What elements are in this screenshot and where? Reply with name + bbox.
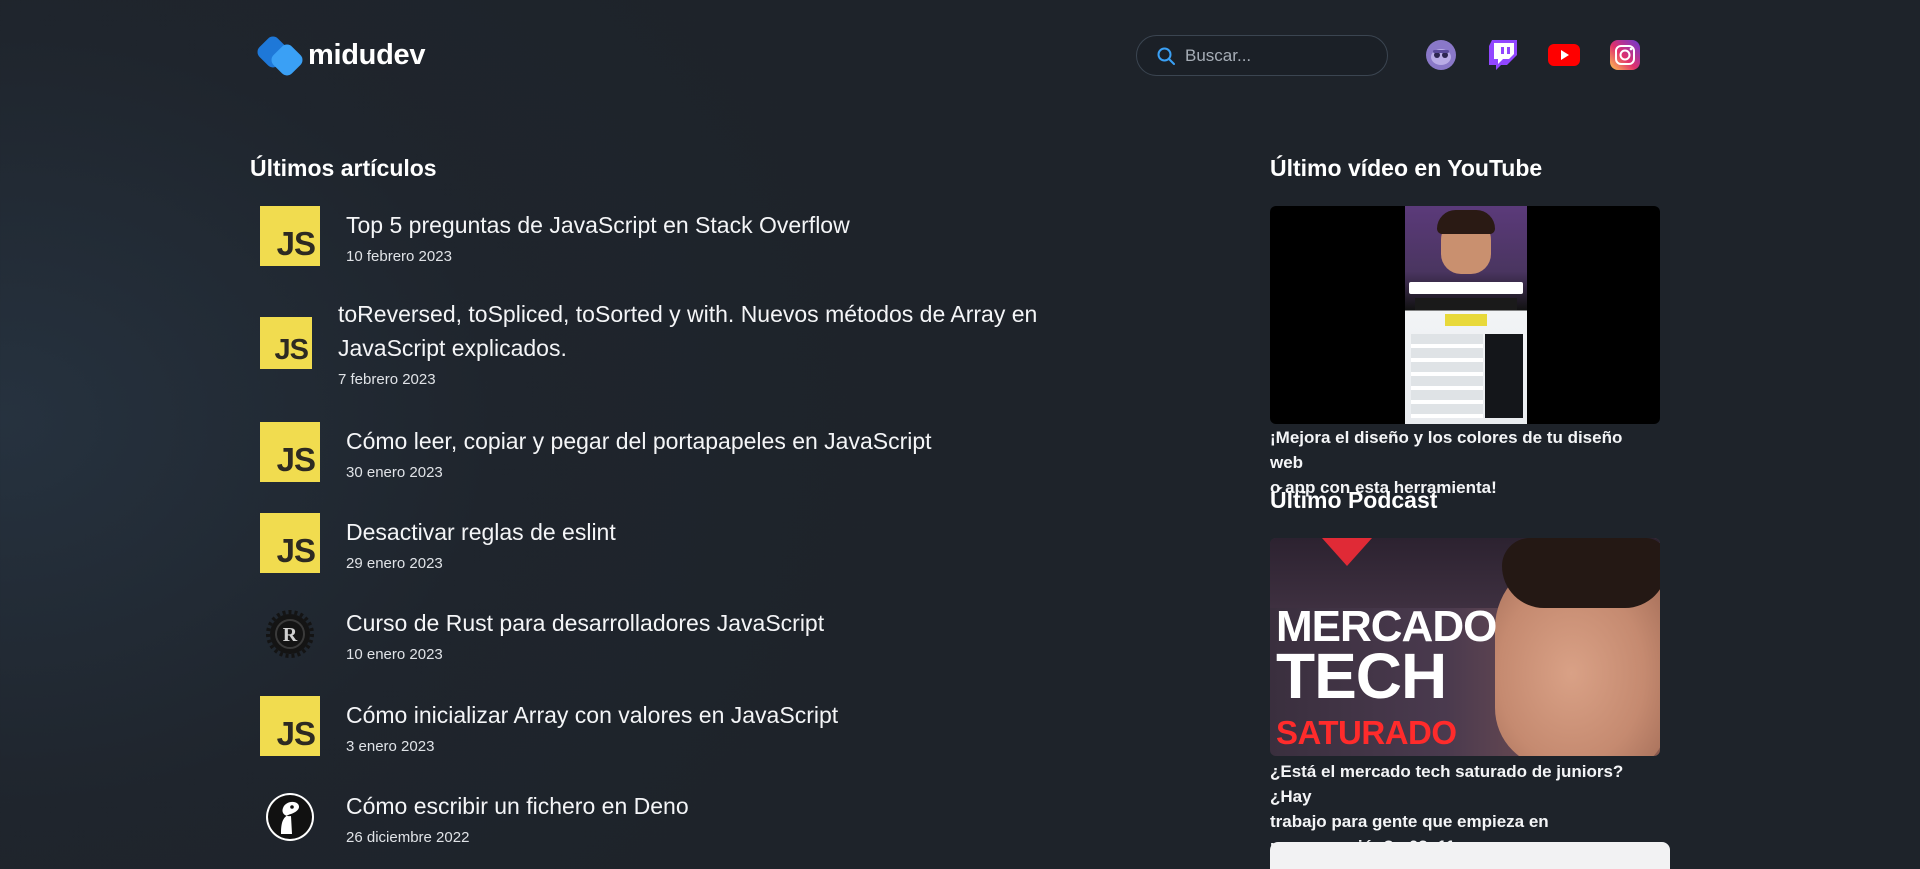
article-title[interactable]: Cómo escribir un fichero en Deno bbox=[346, 789, 689, 823]
discord-icon bbox=[1426, 40, 1456, 70]
article-date: 3 enero 2023 bbox=[346, 737, 435, 755]
article-title[interactable]: Cómo leer, copiar y pegar del portapapel… bbox=[346, 424, 932, 458]
article-date: 7 febrero 2023 bbox=[338, 371, 436, 388]
caption-line: trabajo para gente que empieza en bbox=[1270, 812, 1549, 831]
twitch-icon bbox=[1489, 40, 1517, 70]
article-item[interactable]: JS toReversed, toSpliced, toSorted y wit… bbox=[250, 297, 1090, 388]
logo-text: midudev bbox=[308, 38, 426, 71]
next-card bbox=[1270, 842, 1670, 869]
podcast-thumb-text: SATURADO bbox=[1276, 714, 1457, 751]
twitch-link[interactable] bbox=[1486, 38, 1520, 72]
article-item[interactable]: JS Desactivar reglas de eslint 29 enero … bbox=[250, 513, 1090, 573]
article-title-line: JavaScript explicados. bbox=[338, 335, 567, 361]
articles-heading: Últimos artículos bbox=[250, 155, 437, 181]
article-item[interactable]: JS Top 5 preguntas de JavaScript en Stac… bbox=[250, 206, 1090, 266]
youtube-icon bbox=[1548, 44, 1580, 66]
video-frame bbox=[1405, 206, 1527, 424]
article-title-line: toReversed, toSpliced, toSorted y with. … bbox=[338, 301, 1038, 327]
article-date: 10 febrero 2023 bbox=[346, 247, 452, 265]
article-item[interactable]: Cómo escribir un fichero en Deno 26 dici… bbox=[250, 787, 1090, 847]
rust-icon: R bbox=[260, 604, 320, 664]
article-item[interactable]: JS Cómo inicializar Array con valores en… bbox=[250, 696, 1090, 756]
article-title[interactable]: Desactivar reglas de eslint bbox=[346, 515, 616, 549]
js-icon: JS bbox=[260, 696, 320, 756]
article-title[interactable]: Cómo inicializar Array con valores en Ja… bbox=[346, 698, 838, 732]
caption-line: ¡Mejora el diseño y los colores de tu di… bbox=[1270, 428, 1623, 472]
youtube-link[interactable] bbox=[1547, 38, 1581, 72]
article-item[interactable]: JS Cómo leer, copiar y pegar del portapa… bbox=[250, 422, 1090, 482]
article-item[interactable]: R Curso de Rust para desarrolladores Jav… bbox=[250, 604, 1090, 664]
midudev-logo-icon bbox=[254, 33, 306, 79]
js-icon: JS bbox=[260, 316, 312, 369]
js-icon: JS bbox=[260, 422, 320, 482]
podcast-thumb-text: TECH bbox=[1276, 640, 1447, 712]
article-title[interactable]: Curso de Rust para desarrolladores JavaS… bbox=[346, 606, 824, 640]
podcast-thumbnail[interactable]: MERCADO TECH SATURADO bbox=[1270, 538, 1660, 756]
instagram-icon bbox=[1610, 40, 1640, 70]
logo-link[interactable]: midudev bbox=[254, 33, 426, 79]
js-icon: JS bbox=[260, 513, 320, 573]
article-date: 26 diciembre 2022 bbox=[346, 828, 470, 846]
article-date: 30 enero 2023 bbox=[346, 463, 443, 481]
article-date: 29 enero 2023 bbox=[346, 554, 443, 572]
youtube-heading: Último vídeo en YouTube bbox=[1270, 155, 1543, 181]
podcast-heading: Último Podcast bbox=[1270, 487, 1438, 513]
search-icon bbox=[1157, 47, 1175, 65]
instagram-link[interactable] bbox=[1608, 38, 1642, 72]
search-input[interactable] bbox=[1185, 45, 1355, 66]
article-title[interactable]: toReversed, toSpliced, toSorted y with. … bbox=[338, 297, 1037, 365]
discord-link[interactable] bbox=[1424, 38, 1458, 72]
js-icon: JS bbox=[260, 206, 320, 266]
caption-line: ¿Está el mercado tech saturado de junior… bbox=[1270, 762, 1624, 806]
youtube-video-thumbnail[interactable] bbox=[1270, 206, 1660, 424]
article-title[interactable]: Top 5 preguntas de JavaScript en Stack O… bbox=[346, 208, 850, 242]
site-header: midudev bbox=[250, 30, 1670, 82]
search-box[interactable] bbox=[1136, 35, 1388, 76]
deno-icon bbox=[260, 787, 320, 847]
svg-text:R: R bbox=[283, 624, 298, 646]
article-date: 10 enero 2023 bbox=[346, 645, 443, 663]
